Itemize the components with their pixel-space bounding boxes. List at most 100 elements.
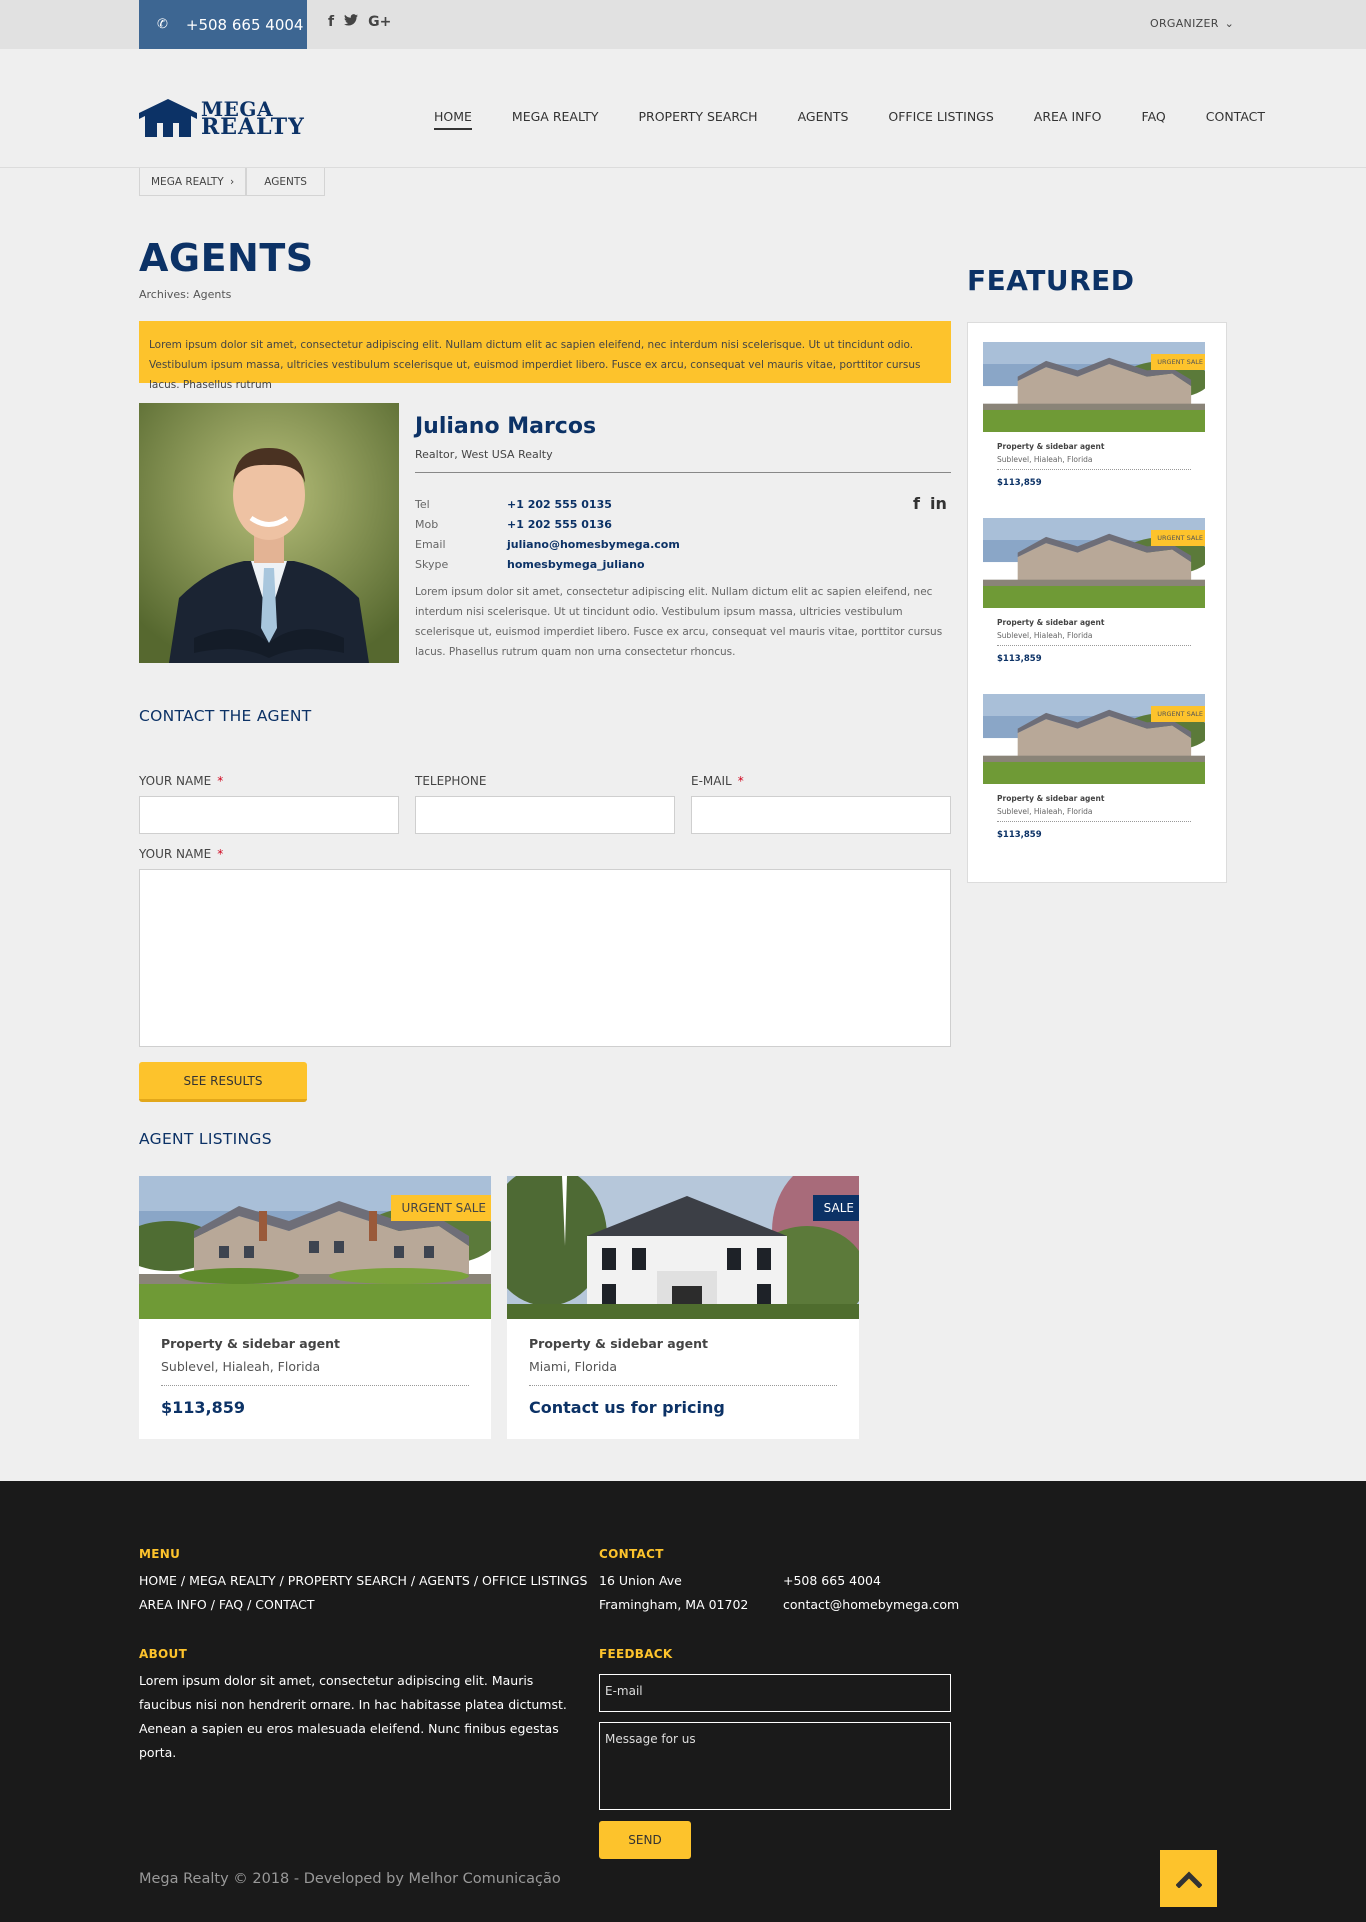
listing-tag: URGENT SALE — [390, 1195, 491, 1221]
tel-value[interactable]: +1 202 555 0135 — [507, 495, 612, 515]
footer-menu-line2[interactable]: AREA INFO / FAQ / CONTACT — [139, 1593, 587, 1617]
phone-box[interactable]: ✆ +508 665 4004 — [139, 0, 307, 49]
featured-price: $113,859 — [997, 654, 1042, 664]
page-title: AGENTS — [139, 236, 314, 280]
featured-heading: FEATURED — [967, 264, 1135, 297]
agent-name: Juliano Marcos — [415, 414, 597, 439]
site-footer: MENU HOME / MEGA REALTY / PROPERTY SEARC… — [0, 1481, 1366, 1922]
email-input[interactable] — [691, 796, 951, 834]
google-plus-icon[interactable]: G+ — [368, 14, 391, 30]
listing-image[interactable]: URGENT SALE — [139, 1176, 491, 1319]
agent-bio: Lorem ipsum dolor sit amet, consectetur … — [415, 586, 943, 658]
main-nav: HOME MEGA REALTY PROPERTY SEARCH AGENTS … — [434, 109, 1265, 130]
footer-menu-line1[interactable]: HOME / MEGA REALTY / PROPERTY SEARCH / A… — [139, 1569, 587, 1593]
facebook-icon[interactable]: f — [913, 494, 920, 513]
featured-location: Sublevel, Hialeah, Florida — [997, 807, 1093, 816]
nav-property-search[interactable]: PROPERTY SEARCH — [638, 109, 757, 130]
required-mark: * — [217, 847, 224, 861]
footer-about-heading: ABOUT — [139, 1647, 188, 1661]
name-label: YOUR NAME * — [139, 774, 223, 788]
chevron-up-icon — [1175, 1870, 1202, 1888]
nav-agents[interactable]: AGENTS — [798, 109, 849, 130]
listing-price: $113,859 — [161, 1398, 246, 1417]
name-input[interactable] — [139, 796, 399, 834]
featured-title[interactable]: Property & sidebar agent — [997, 442, 1205, 451]
listing-tag: SALE — [812, 1195, 859, 1221]
featured-panel: URGENT SALE Property & sidebar agent Sub… — [967, 322, 1227, 883]
footer-feedback-heading: FEEDBACK — [599, 1647, 673, 1661]
agent-contact-info: Tel +1 202 555 0135 Mob +1 202 555 0136 Em… — [415, 495, 680, 575]
listing-title[interactable]: Property & sidebar agent — [529, 1336, 708, 1351]
feedback-email-input[interactable]: E-mail — [599, 1674, 951, 1712]
email-value[interactable]: juliano@homesbymega.com — [507, 535, 680, 555]
featured-image[interactable]: URGENT SALE — [983, 518, 1205, 608]
footer-contact-details: +508 665 4004 contact@homebymega.com — [783, 1569, 959, 1617]
email-label: Email — [415, 538, 446, 551]
telephone-input[interactable] — [415, 796, 675, 834]
required-mark: * — [217, 774, 224, 788]
featured-image[interactable]: URGENT SALE — [983, 694, 1205, 784]
breadcrumb-item-mega-realty[interactable]: MEGA REALTY › — [139, 168, 247, 196]
scroll-to-top-button[interactable] — [1160, 1850, 1217, 1907]
notice-banner: Lorem ipsum dolor sit amet, consectetur … — [139, 321, 951, 391]
featured-location: Sublevel, Hialeah, Florida — [997, 631, 1093, 640]
listing-divider — [529, 1385, 837, 1386]
featured-item[interactable]: URGENT SALE Property & sidebar agent Sub… — [983, 518, 1205, 664]
organizer-dropdown[interactable]: ORGANIZER ⌄ — [1150, 17, 1234, 30]
featured-item[interactable]: URGENT SALE Property & sidebar agent Sub… — [983, 342, 1205, 488]
agent-role: Realtor, West USA Realty — [415, 448, 553, 461]
featured-image[interactable]: URGENT SALE — [983, 342, 1205, 432]
nav-area-info[interactable]: AREA INFO — [1034, 109, 1102, 130]
featured-price: $113,859 — [997, 830, 1042, 840]
footer-phone[interactable]: +508 665 4004 — [783, 1569, 959, 1593]
nav-contact[interactable]: CONTACT — [1206, 109, 1265, 130]
feedback-message-textarea[interactable]: Message for us — [599, 1722, 951, 1810]
listing-location: Sublevel, Hialeah, Florida — [161, 1359, 321, 1374]
featured-item[interactable]: URGENT SALE Property & sidebar agent Sub… — [983, 694, 1205, 840]
breadcrumb-item-agents[interactable]: AGENTS — [246, 168, 325, 196]
footer-about-text: Lorem ipsum dolor sit amet, consectetur … — [139, 1673, 567, 1760]
listing-title[interactable]: Property & sidebar agent — [161, 1336, 340, 1351]
featured-location: Sublevel, Hialeah, Florida — [997, 455, 1093, 464]
nav-mega-realty[interactable]: MEGA REALTY — [512, 109, 599, 130]
featured-title[interactable]: Property & sidebar agent — [997, 794, 1205, 803]
featured-divider — [997, 821, 1191, 822]
agent-photo — [139, 403, 399, 663]
top-bar: ✆ +508 665 4004 f G+ ORGANIZER ⌄ — [0, 0, 1366, 49]
logo-line2: REALTY — [201, 114, 305, 140]
listing-image[interactable]: SALE — [507, 1176, 859, 1319]
listing-card[interactable]: SALE Property & sidebar agent Miami, Flo… — [507, 1176, 859, 1439]
archives-label: Archives: Agents — [139, 288, 232, 301]
organizer-label: ORGANIZER — [1150, 17, 1219, 30]
twitter-icon[interactable] — [344, 14, 359, 30]
facebook-icon[interactable]: f — [328, 14, 334, 30]
contact-agent-heading: CONTACT THE AGENT — [139, 707, 312, 725]
telephone-label: TELEPHONE — [415, 774, 487, 788]
address-line2: Framingham, MA 01702 — [599, 1597, 749, 1612]
send-button[interactable]: SEND — [599, 1821, 691, 1859]
breadcrumb-label: MEGA REALTY — [151, 176, 224, 188]
featured-title[interactable]: Property & sidebar agent — [997, 618, 1205, 627]
agent-listings-heading: AGENT LISTINGS — [139, 1130, 272, 1148]
required-mark: * — [737, 774, 744, 788]
email-label: E-MAIL * — [691, 774, 744, 788]
address-line1: 16 Union Ave — [599, 1573, 682, 1588]
footer-contact-heading: CONTACT — [599, 1547, 664, 1561]
featured-price: $113,859 — [997, 478, 1042, 488]
copyright: Mega Realty © 2018 - Developed by Melhor… — [139, 1871, 561, 1887]
topbar-phone: +508 665 4004 — [185, 15, 304, 34]
site-logo[interactable]: MEGA REALTY — [139, 99, 305, 140]
nav-home[interactable]: HOME — [434, 109, 472, 130]
nav-office-listings[interactable]: OFFICE LISTINGS — [888, 109, 993, 130]
message-textarea[interactable] — [139, 869, 951, 1047]
mob-value[interactable]: +1 202 555 0136 — [507, 515, 612, 535]
linkedin-icon[interactable]: in — [930, 494, 947, 513]
breadcrumb: MEGA REALTY › AGENTS — [139, 168, 325, 196]
listing-divider — [161, 1385, 469, 1386]
see-results-button[interactable]: SEE RESULTS — [139, 1062, 307, 1102]
skype-value[interactable]: homesbymega_juliano — [507, 555, 645, 575]
nav-faq[interactable]: FAQ — [1142, 109, 1166, 130]
listing-card[interactable]: URGENT SALE Property & sidebar agent Sub… — [139, 1176, 491, 1439]
tel-label: Tel — [415, 498, 430, 511]
footer-email[interactable]: contact@homebymega.com — [783, 1593, 959, 1617]
